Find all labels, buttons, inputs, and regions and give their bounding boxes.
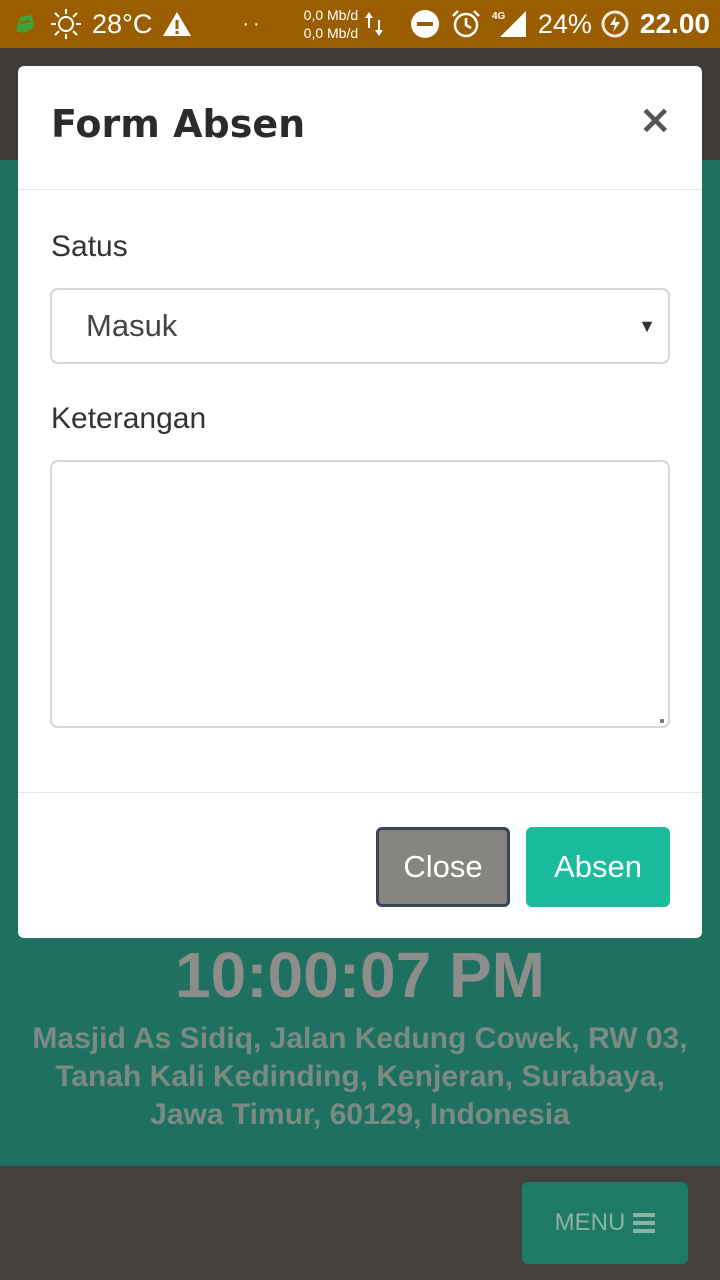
- digital-clock: 10:00:07 PM: [175, 939, 545, 1011]
- modal-header: Form Absen ×: [18, 66, 702, 190]
- network-speed: 0,0 Mb/d 0,0 Mb/d: [304, 6, 358, 42]
- keterangan-textarea[interactable]: [50, 460, 670, 728]
- status-select[interactable]: Masuk ▼: [50, 288, 670, 364]
- absen-button[interactable]: Absen: [526, 827, 670, 907]
- battery-charging-icon: [600, 9, 630, 39]
- resize-handle-icon[interactable]: [660, 719, 664, 723]
- close-icon[interactable]: ×: [638, 100, 672, 140]
- menu-label: MENU: [554, 1209, 626, 1236]
- status-selected-value: Masuk: [86, 308, 178, 343]
- modal-title: Form Absen: [51, 102, 306, 146]
- close-button[interactable]: Close: [376, 827, 510, 907]
- absen-modal: Form Absen × Satus Masuk ▼ Keterangan Cl…: [18, 66, 702, 938]
- do-not-disturb-icon: [410, 9, 440, 39]
- app-notification-icon: [10, 9, 40, 39]
- modal-body: Satus Masuk ▼ Keterangan: [18, 190, 702, 792]
- more-notifications-dots: ··: [242, 12, 264, 35]
- temperature-text: 28°C: [92, 8, 153, 39]
- modal-footer: Close Absen: [18, 792, 702, 938]
- clock-time: 22.00: [639, 8, 710, 39]
- signal-4g-label: 4G: [492, 11, 506, 22]
- keterangan-label: Keterangan: [51, 402, 207, 435]
- data-transfer-icon: [364, 10, 384, 38]
- dropdown-arrow-icon: ▼: [638, 316, 656, 336]
- warning-icon: [162, 10, 192, 38]
- signal-icon: 4G: [492, 9, 528, 39]
- battery-percent: 24%: [537, 8, 592, 39]
- network-down-speed: 0,0 Mb/d: [303, 25, 359, 41]
- network-up-speed: 0,0 Mb/d: [303, 7, 359, 23]
- hamburger-icon: [633, 1213, 656, 1233]
- sun-icon: [50, 8, 82, 40]
- status-bar: 28°C ·· 0,0 Mb/d 0,0 Mb/d 4G 24% 22.00: [0, 0, 720, 48]
- alarm-icon: [450, 8, 482, 40]
- location-address: Masjid As Sidiq, Jalan Kedung Cowek, RW …: [32, 1022, 688, 1131]
- menu-button[interactable]: MENU: [522, 1182, 688, 1264]
- status-label: Satus: [51, 230, 128, 263]
